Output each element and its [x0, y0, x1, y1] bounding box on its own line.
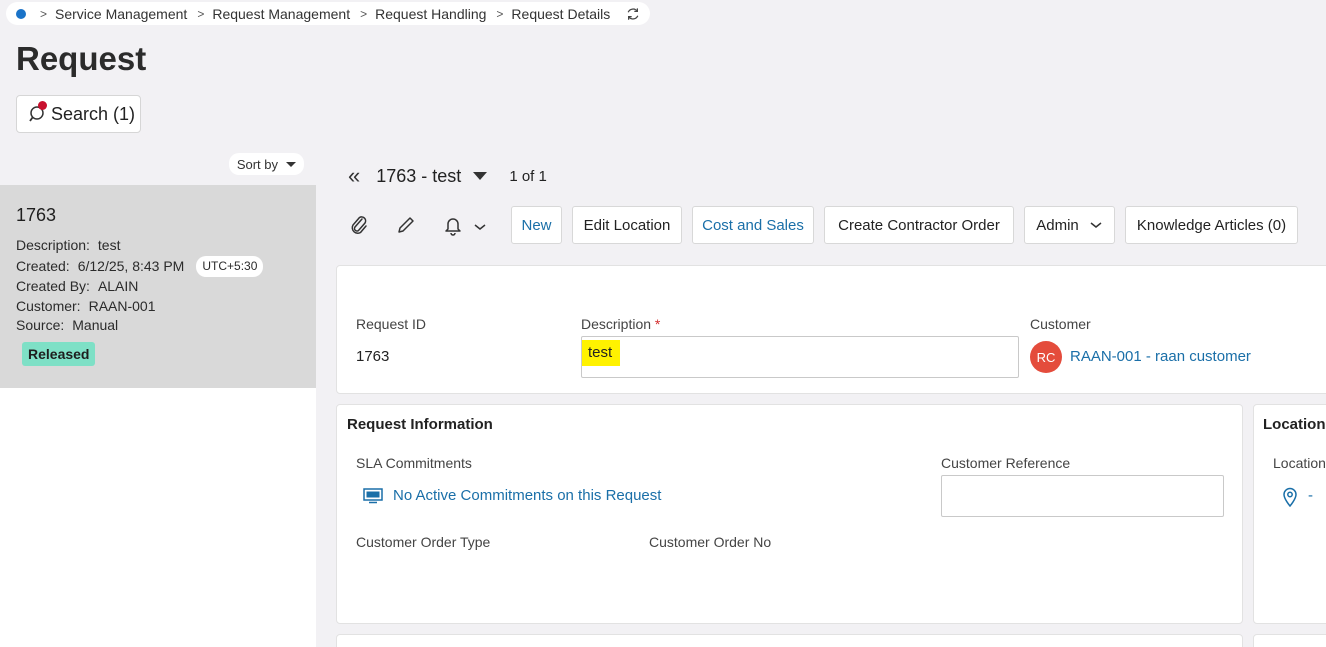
card-source-label: Source:: [16, 317, 65, 333]
chevron-down-icon[interactable]: [472, 214, 488, 236]
customer-link[interactable]: RAAN-001 - raan customer: [1070, 348, 1251, 365]
chevron-right-icon: >: [40, 6, 48, 21]
description-field-value: test: [582, 340, 621, 366]
card-created-by-label: Created By:: [16, 278, 90, 294]
card-created-by-row: Created By: ALAIN: [16, 277, 300, 297]
description-field[interactable]: test: [581, 336, 1019, 378]
customer-reference-field[interactable]: [941, 475, 1224, 517]
request-header-card: Request ID 1763 Description * test Custo…: [336, 265, 1326, 394]
customer-order-type-label: Customer Order Type: [356, 534, 491, 550]
admin-label: Admin: [1036, 216, 1079, 234]
sla-commitments-label: SLA Commitments: [356, 455, 472, 471]
create-contractor-order-button[interactable]: Create Contractor Order: [824, 206, 1014, 244]
breadcrumb-item-request-management[interactable]: Request Management: [212, 6, 350, 22]
home-icon[interactable]: [16, 8, 26, 19]
edit-icon[interactable]: [395, 214, 417, 236]
cost-and-sales-button[interactable]: Cost and Sales: [692, 206, 814, 244]
chevron-right-icon: >: [360, 6, 368, 21]
search-button-label: Search (1): [51, 103, 136, 124]
breadcrumb: > Service Management > Request Managemen…: [6, 2, 651, 25]
description-label: Description: [581, 316, 652, 332]
record-selector-caret-icon[interactable]: [473, 172, 488, 180]
record-navigator: « 1763 - test 1 of 1: [348, 163, 547, 189]
refresh-icon[interactable]: [626, 7, 640, 21]
breadcrumb-item-request-handling[interactable]: Request Handling: [375, 6, 486, 22]
card-created-value: 6/12/25, 8:43 PM: [77, 257, 185, 274]
new-button[interactable]: New: [511, 206, 562, 244]
card-customer-value: RAAN-001: [88, 297, 156, 314]
request-id-value: 1763: [356, 348, 390, 365]
next-section-card: [336, 634, 1243, 647]
card-description-value: test: [97, 237, 121, 253]
card-description-label: Description:: [16, 237, 90, 253]
edit-location-button[interactable]: Edit Location: [572, 206, 682, 244]
card-customer-label: Customer:: [16, 297, 81, 314]
avatar: RC: [1030, 341, 1062, 373]
monitor-icon: [363, 487, 383, 503]
customer-label: Customer: [1030, 316, 1091, 332]
record-list-panel: Sort by 1763 Description: test Created: …: [0, 145, 316, 647]
list-item[interactable]: 1763 Description: test Created: 6/12/25,…: [0, 185, 316, 388]
chevron-down-icon: [1090, 222, 1102, 228]
card-description-row: Description: test: [16, 236, 300, 256]
next-section-card-right: [1253, 634, 1326, 647]
location-section-title: Location: [1263, 416, 1326, 433]
record-count: 1 of 1: [509, 167, 547, 185]
location-card: Location Location -: [1253, 404, 1326, 624]
attachment-icon[interactable]: [348, 214, 370, 236]
customer-order-no-label: Customer Order No: [649, 534, 772, 550]
location-value[interactable]: -: [1308, 487, 1313, 504]
bell-icon[interactable]: [442, 214, 464, 236]
breadcrumb-item-request-details: Request Details: [511, 5, 611, 22]
card-created-by-value: ALAIN: [97, 278, 139, 294]
timezone-badge: UTC+5:30: [196, 255, 264, 277]
breadcrumb-item-service-management[interactable]: Service Management: [55, 6, 187, 22]
caret-down-icon: [286, 161, 296, 167]
request-information-card: Request Information SLA Commitments No A…: [336, 404, 1243, 624]
description-label-wrap: Description *: [581, 316, 660, 332]
location-pin-icon: [1283, 487, 1297, 507]
card-created-label: Created:: [16, 257, 70, 274]
collapse-panel-icon[interactable]: «: [348, 163, 360, 189]
card-source-row: Source: Manual: [16, 316, 300, 336]
record-title: 1763 - test: [376, 165, 462, 186]
search-button[interactable]: Search (1): [16, 95, 141, 133]
card-source-value: Manual: [72, 317, 119, 333]
knowledge-articles-button[interactable]: Knowledge Articles (0): [1125, 206, 1298, 244]
sort-by-button[interactable]: Sort by: [228, 153, 304, 175]
chevron-right-icon: >: [496, 6, 504, 21]
sla-commitments-value: No Active Commitments on this Request: [393, 487, 662, 504]
customer-reference-label: Customer Reference: [941, 455, 1071, 471]
admin-menu-button[interactable]: Admin: [1024, 206, 1115, 244]
page-title: Request: [16, 40, 147, 77]
chevron-right-icon: >: [197, 6, 205, 21]
card-created-row: Created: 6/12/25, 8:43 PM UTC+5:30: [16, 255, 300, 277]
notification-dot: [38, 101, 47, 110]
location-label: Location: [1273, 455, 1326, 471]
required-marker: *: [654, 316, 661, 332]
card-id: 1763: [16, 205, 57, 225]
status-badge: Released: [22, 341, 96, 366]
request-id-label: Request ID: [356, 316, 427, 332]
section-title: Request Information: [347, 416, 493, 433]
search-icon: [29, 101, 49, 124]
card-customer-row: Customer: RAAN-001: [16, 297, 300, 317]
sort-by-label: Sort by: [236, 156, 278, 172]
sla-commitments-link[interactable]: No Active Commitments on this Request: [363, 487, 661, 504]
